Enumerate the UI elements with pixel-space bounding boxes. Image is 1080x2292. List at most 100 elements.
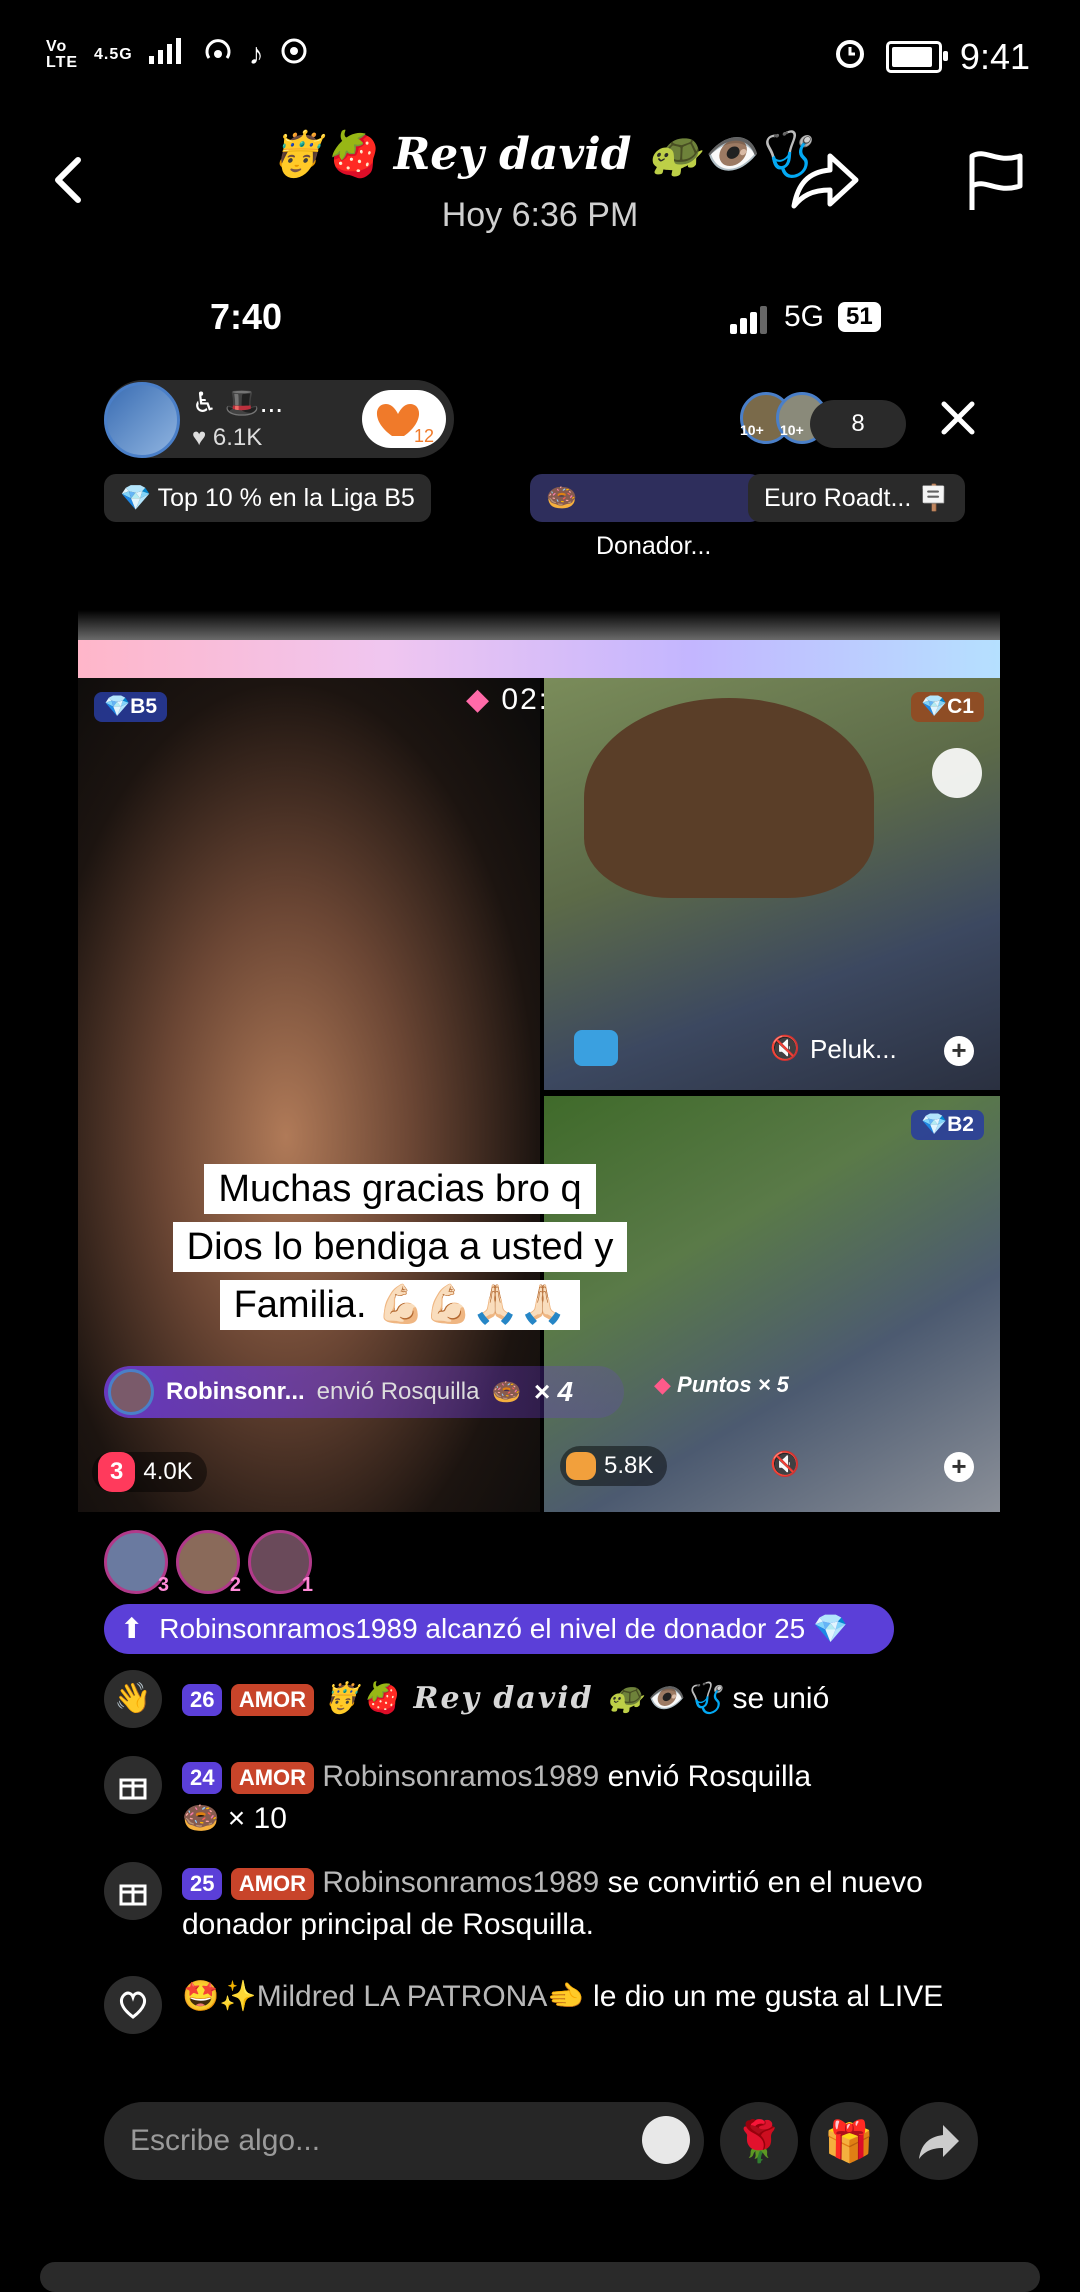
mute-icon[interactable]: 🔇 [770, 1034, 800, 1063]
message-user[interactable]: Robinsonramos1989 [322, 1866, 599, 1899]
message-extra: × 10 [227, 1802, 287, 1835]
donor-chip[interactable]: 🍩 Donador... [530, 474, 762, 560]
mute-icon[interactable]: 🔇 [770, 1450, 800, 1479]
gift-icon [104, 1862, 162, 1920]
story-timestamp: Hoy 6:36 PM [441, 196, 639, 234]
score-pill: 5.8K [560, 1446, 668, 1486]
bottom-sheet-edge [40, 2262, 1040, 2292]
gift-text: envió Rosquilla [316, 1378, 480, 1405]
event-chip[interactable]: Euro Roadt... 🪧 [748, 474, 966, 522]
turtle-emoji-icon: 🐢👁️🩺 [646, 129, 812, 180]
inner-status: 5G 51 [730, 300, 881, 334]
message-body: 🤩✨Mildred LA PATRONA🫲 le dio un me gusta… [182, 1976, 982, 2034]
video-tile-guest-1[interactable]: 💎C1 🔇 Peluk... + [544, 678, 1000, 1090]
location-icon [279, 36, 309, 73]
donut-icon: 🍩 [182, 1802, 220, 1835]
top-gifters[interactable]: 3 2 1 [104, 1530, 313, 1596]
message-user[interactable]: 🤩✨Mildred LA PATRONA🫲 [182, 1980, 585, 2013]
host-score: 4.0K [143, 1458, 193, 1485]
share-arrow-icon [791, 153, 859, 209]
streak-badge: 3 [98, 1452, 136, 1492]
chat-message-gift: 24 AMOR Robinsonramos1989 envió Rosquill… [104, 1756, 1004, 1840]
chat-message-join: 👋 26 AMOR 🤴🍓 Rey david 🐢👁️🩺 se unió [104, 1670, 1004, 1728]
gift-button[interactable]: 🎁 [810, 2102, 888, 2180]
message-body: 26 AMOR 🤴🍓 Rey david 🐢👁️🩺 se unió [182, 1678, 829, 1720]
carrier-label: Vo LTE [46, 37, 79, 71]
rose-button[interactable]: 🌹 [720, 2102, 798, 2180]
battle-progress-strip [78, 640, 1000, 678]
diamond-icon: 💎 [813, 1613, 848, 1644]
report-button[interactable] [962, 148, 1028, 219]
emoji-icon[interactable] [642, 2116, 690, 2164]
add-guest-button[interactable]: + [944, 1452, 974, 1482]
viewer-badge: 10+ [780, 422, 804, 438]
share-arrow-icon [919, 2125, 959, 2159]
host-score-pill: 3 4.0K [92, 1452, 207, 1492]
event-label: Euro Roadt... [764, 484, 912, 512]
video-caption: Muchas gracias bro q Dios lo bendiga a u… [130, 1160, 670, 1334]
tile-badge-text: B2 [947, 1113, 974, 1136]
heart-count: 12 [414, 426, 434, 446]
level-badge: 24 [182, 1762, 223, 1795]
gift-box-icon[interactable] [574, 1030, 618, 1066]
viewer-badge: 10+ [740, 422, 764, 438]
message-text: le dio un me gusta al LIVE [593, 1980, 944, 2013]
chat-message-like: 🤩✨Mildred LA PATRONA🫲 le dio un me gusta… [104, 1976, 1004, 2034]
tile-badge-text: C1 [947, 695, 974, 718]
share-live-button[interactable] [900, 2102, 978, 2180]
start-sign-icon: 🪧 [918, 484, 950, 512]
tile-badge: 💎B2 [910, 1110, 984, 1140]
donor-level-banner: ⬆ Robinsonramos1989 alcanzó el nivel de … [104, 1604, 894, 1654]
message-user[interactable]: Robinsonramos1989 [322, 1760, 599, 1793]
host-likes: ♥ 6.1K [192, 424, 263, 451]
status-bar-right: 9:41 [832, 34, 1030, 79]
viewer-count[interactable]: 8 [810, 400, 906, 448]
host-name: ♿ 🎩... [192, 387, 284, 418]
follow-heart-button[interactable]: 12 [362, 390, 446, 448]
alarm-icon [832, 34, 868, 79]
donut-icon: 🍩 [546, 484, 578, 512]
tile-badge-text: B5 [130, 695, 158, 718]
league-rank-label: Top 10 % en la Liga B5 [157, 484, 415, 512]
points-text: Puntos × 5 [677, 1372, 789, 1397]
caption-line: Dios lo bendiga a usted y [172, 1222, 628, 1272]
gift-notification: Robinsonr... envió Rosquilla 🍩 × 4 [104, 1366, 624, 1418]
comment-input[interactable]: Escribe algo... [104, 2102, 704, 2180]
hat-shape [584, 698, 874, 898]
rose-icon: 🌹 [734, 2119, 784, 2164]
add-guest-button[interactable]: + [944, 1036, 974, 1066]
rank-number: 2 [229, 1574, 241, 1596]
fan-badge: AMOR [230, 1762, 315, 1795]
share-button[interactable] [790, 148, 860, 217]
fan-badge: AMOR [230, 1684, 315, 1717]
inner-clock: 7:40 [210, 296, 283, 337]
cloud-icon[interactable] [932, 748, 982, 798]
host-avatar[interactable] [104, 382, 180, 458]
rank-number: 1 [301, 1574, 313, 1596]
story-title: 🤴🍓 Rey david 🐢👁️🩺 [0, 128, 1080, 180]
rank-number: 3 [157, 1574, 169, 1596]
inner-battery: 51 [838, 302, 881, 332]
chat-message-top-donor: 25 AMOR Robinsonramos1989 se convirtió e… [104, 1862, 1004, 1946]
close-icon [941, 401, 975, 435]
fan-badge: AMOR [230, 1868, 315, 1901]
gift-box-icon [566, 1452, 596, 1480]
battery-icon [885, 40, 948, 73]
top-gifter-avatar[interactable]: 1 [248, 1530, 313, 1596]
heart-outline-icon [104, 1976, 162, 2034]
points-notification: ◆ Puntos × 5 [654, 1372, 789, 1398]
hotspot-icon [201, 34, 235, 75]
close-button[interactable] [930, 390, 986, 446]
score-value: 5.8K [604, 1452, 654, 1479]
league-rank-chip[interactable]: 💎 Top 10 % en la Liga B5 [104, 474, 431, 522]
up-arrow-icon: ⬆ [120, 1613, 144, 1644]
network-label: 4.5G [94, 45, 133, 63]
message-text: envió Rosquilla [607, 1760, 812, 1793]
gift-icon [104, 1756, 162, 1814]
message-user[interactable]: 🤴🍓 Rey david 🐢👁️🩺 [322, 1681, 724, 1716]
top-gifter-avatar[interactable]: 2 [176, 1530, 241, 1596]
title-text: Rey david [393, 129, 632, 180]
tile-badge: 💎B5 [94, 692, 168, 722]
donor-level-text: Robinsonramos1989 alcanzó el nivel de do… [159, 1613, 806, 1644]
top-gifter-avatar[interactable]: 3 [104, 1530, 169, 1596]
